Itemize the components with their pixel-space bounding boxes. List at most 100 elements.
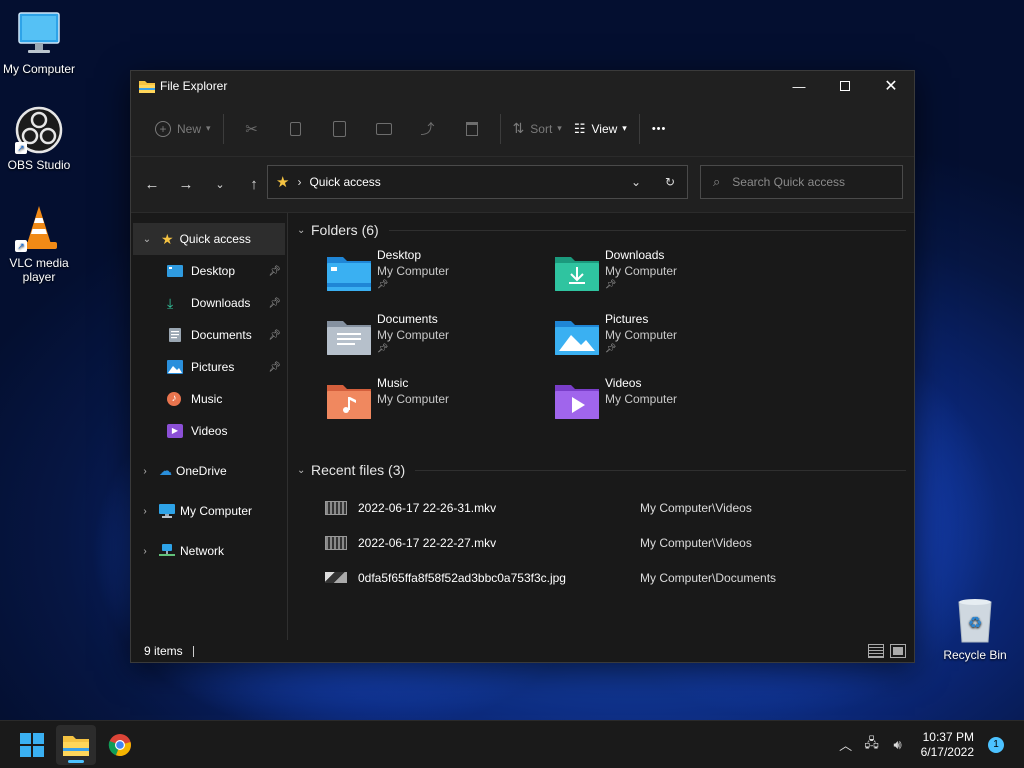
pin-icon: 📌︎ <box>605 279 617 289</box>
rename-button[interactable] <box>362 113 406 145</box>
view-label: View <box>591 121 618 136</box>
title-bar[interactable]: File Explorer — ✕ <box>131 71 914 101</box>
folder-tile-desktop[interactable]: Desktop My Computer 📌︎ <box>327 247 555 311</box>
sidebar-item-label: Downloads <box>191 296 251 310</box>
recent-file-row[interactable]: 2022-06-17 22-22-27.mkv My Computer\Vide… <box>297 525 914 560</box>
pin-icon: 📌︎ <box>268 265 281 277</box>
navigation-pane: ⌄ ★ Quick access Desktop 📌︎ ⤓ Downloads … <box>131 213 288 641</box>
volume-button[interactable]: 🔊︎ <box>885 737 911 753</box>
pin-icon: 📌︎ <box>377 343 389 353</box>
details-view-button[interactable] <box>868 644 884 658</box>
folder-tile-pictures[interactable]: Pictures My Computer 📌︎ <box>555 311 783 375</box>
chrome-icon <box>108 733 131 756</box>
search-input[interactable] <box>732 175 883 189</box>
desktop-icon-my-computer[interactable]: My Computer <box>0 10 78 76</box>
folder-tile-music[interactable]: Music My Computer <box>327 375 555 439</box>
plus-circle-icon: + <box>155 120 171 137</box>
folders-section-header[interactable]: ⌄ Folders (6) <box>297 215 914 245</box>
desktop-icon-label: My Computer <box>2 62 76 76</box>
recent-locations-button[interactable]: ⌄ <box>203 169 237 201</box>
file-name: 2022-06-17 22-22-27.mkv <box>358 535 497 550</box>
recent-file-row[interactable]: 2022-06-17 22-26-31.mkv My Computer\Vide… <box>297 490 914 525</box>
up-button[interactable]: ↑ <box>237 169 271 201</box>
folder-location: My Computer <box>377 392 450 406</box>
divider <box>388 229 906 231</box>
more-options-button[interactable]: ••• <box>646 113 673 145</box>
download-icon: ⤓ <box>167 295 174 311</box>
desktop-icon-vlc[interactable]: ↗ VLC media player <box>0 204 78 284</box>
divider <box>638 113 640 144</box>
show-hidden-icons-button[interactable]: ︿ <box>833 735 859 754</box>
desktop-icon-obs-studio[interactable]: ↗ OBS Studio <box>0 106 78 172</box>
divider <box>222 113 224 144</box>
minimize-button[interactable]: — <box>776 71 822 101</box>
folder-tile-documents[interactable]: Documents My Computer 📌︎ <box>327 311 555 375</box>
folder-tile-videos[interactable]: Videos My Computer <box>555 375 783 439</box>
sidebar-item-videos[interactable]: ▶ Videos <box>131 415 287 447</box>
more-icon: ••• <box>651 122 667 135</box>
monitor-icon <box>15 10 63 58</box>
sidebar-item-desktop[interactable]: Desktop 📌︎ <box>131 255 287 287</box>
cut-button[interactable]: ✂ <box>230 113 274 145</box>
notification-badge[interactable]: 1 <box>988 736 1004 753</box>
desktop-icon-recycle-bin[interactable]: ♻ Recycle Bin <box>936 596 1014 662</box>
sidebar-item-label: My Computer <box>180 504 253 518</box>
view-button[interactable]: ☷ View ▾ <box>568 113 633 145</box>
share-button[interactable]: ⤴ <box>406 113 450 145</box>
sidebar-item-label: OneDrive <box>176 464 227 478</box>
sort-button[interactable]: ⇅ Sort ▾ <box>507 113 568 145</box>
clock[interactable]: 10:37 PM 6/17/2022 <box>921 730 974 760</box>
picture-icon <box>167 360 183 374</box>
sidebar-item-network[interactable]: › Network <box>131 535 287 567</box>
scissors-icon: ✂ <box>245 120 258 138</box>
image-file-icon <box>325 572 347 583</box>
speaker-icon: 🔊︎ <box>893 736 902 752</box>
sort-label: Sort <box>530 121 553 136</box>
sidebar-item-pictures[interactable]: Pictures 📌︎ <box>131 351 287 383</box>
new-label: New <box>177 121 202 136</box>
section-title: Recent files (3) <box>311 462 406 478</box>
address-bar[interactable]: ★ › Quick access ⌄ ↻ <box>267 165 688 199</box>
search-box[interactable]: ⌕ <box>700 165 903 199</box>
refresh-button[interactable]: ↻ <box>653 175 687 189</box>
tiles-view-button[interactable] <box>890 644 906 658</box>
maximize-button[interactable] <box>822 71 868 101</box>
back-button[interactable]: ← <box>135 169 169 201</box>
sidebar-item-quick-access[interactable]: ⌄ ★ Quick access <box>133 223 285 255</box>
documents-folder-icon <box>327 321 371 355</box>
breadcrumb: Quick access <box>309 175 381 189</box>
new-button[interactable]: + New ▾ <box>149 113 217 145</box>
item-count: 9 items <box>144 644 183 658</box>
section-title: Folders (6) <box>311 222 379 238</box>
clock-time: 10:37 PM <box>922 729 974 744</box>
sidebar-item-documents[interactable]: Documents 📌︎ <box>131 319 287 351</box>
folder-tile-downloads[interactable]: Downloads My Computer 📌︎ <box>555 247 783 311</box>
address-dropdown-button[interactable]: ⌄ <box>619 175 653 189</box>
taskbar-file-explorer[interactable] <box>56 724 96 765</box>
copy-icon <box>290 121 302 136</box>
sidebar-item-music[interactable]: ♪ Music <box>131 383 287 415</box>
sidebar-item-downloads[interactable]: ⤓ Downloads 📌︎ <box>131 287 287 319</box>
recent-file-row[interactable]: 0dfa5f65ffa8f58f52ad3bbc0a753f3c.jpg My … <box>297 560 914 595</box>
sidebar-item-onedrive[interactable]: › ☁ OneDrive <box>131 455 287 487</box>
monitor-icon <box>159 504 175 518</box>
file-name: 0dfa5f65ffa8f58f52ad3bbc0a753f3c.jpg <box>358 570 566 585</box>
copy-button[interactable] <box>274 113 318 145</box>
system-tray: ︿ 🖧︎ 🔊︎ 10:37 PM 6/17/2022 1 <box>833 730 1024 760</box>
network-status-button[interactable]: 🖧︎ <box>859 734 885 756</box>
pin-icon: 📌︎ <box>268 329 281 341</box>
chevron-right-icon: › <box>143 505 147 517</box>
recent-files-section-header[interactable]: ⌄ Recent files (3) <box>297 455 914 485</box>
start-button[interactable] <box>12 725 52 765</box>
breadcrumb-separator-icon: › <box>297 175 302 189</box>
taskbar: ︿ 🖧︎ 🔊︎ 10:37 PM 6/17/2022 1 <box>0 720 1024 768</box>
paste-button[interactable] <box>318 113 362 145</box>
file-explorer-icon <box>63 735 89 756</box>
delete-button[interactable] <box>450 113 494 145</box>
forward-button[interactable]: → <box>169 169 203 201</box>
sidebar-item-label: Videos <box>191 424 228 438</box>
sidebar-item-my-computer[interactable]: › My Computer <box>131 495 287 527</box>
taskbar-chrome[interactable] <box>100 725 140 765</box>
close-button[interactable]: ✕ <box>868 71 914 101</box>
folder-name: Pictures <box>605 312 649 326</box>
